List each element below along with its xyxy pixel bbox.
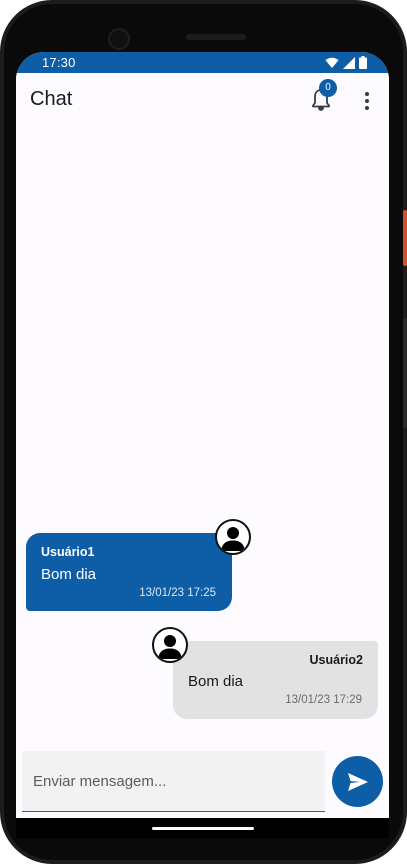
wifi-icon [325, 57, 339, 68]
person-icon [158, 635, 182, 659]
signal-icon [343, 56, 355, 69]
message-timestamp: 13/01/23 17:25 [139, 587, 216, 599]
more-vert-icon [365, 92, 369, 110]
avatar [152, 627, 188, 663]
send-button[interactable] [332, 756, 383, 807]
status-icons [325, 56, 367, 69]
overflow-menu-button[interactable] [356, 89, 378, 113]
avatar [215, 519, 251, 555]
home-indicator[interactable] [152, 827, 254, 830]
app-bar: Chat 0 [16, 73, 389, 127]
send-icon [347, 772, 368, 791]
message-input[interactable] [22, 751, 325, 811]
message-text: Bom dia [188, 673, 244, 690]
app-screen: 17:30 Chat 0 Usuário1 Bom dia 13/01/23 1… [16, 52, 389, 818]
status-time: 17:30 [42, 55, 76, 70]
message-timestamp: 13/01/23 17:29 [285, 694, 362, 706]
message-username: Usuário2 [309, 653, 364, 667]
system-nav-bar [16, 818, 389, 838]
front-camera [108, 28, 130, 50]
battery-icon [359, 56, 367, 69]
person-icon [221, 527, 245, 551]
phone-frame: 17:30 Chat 0 Usuário1 Bom dia 13/01/23 1… [0, 0, 407, 864]
message-username: Usuário1 [41, 545, 95, 559]
volume-button [403, 318, 407, 428]
power-button [403, 210, 407, 266]
message-bubble-incoming[interactable]: Usuário2 Bom dia 13/01/23 17:29 [173, 641, 378, 719]
message-bubble-outgoing[interactable]: Usuário1 Bom dia 13/01/23 17:25 [26, 533, 232, 611]
notification-badge: 0 [319, 79, 337, 97]
status-bar: 17:30 [16, 52, 389, 73]
message-composer [22, 751, 325, 812]
page-title: Chat [30, 88, 73, 110]
message-text: Bom dia [41, 566, 97, 583]
earpiece-speaker [186, 34, 246, 40]
